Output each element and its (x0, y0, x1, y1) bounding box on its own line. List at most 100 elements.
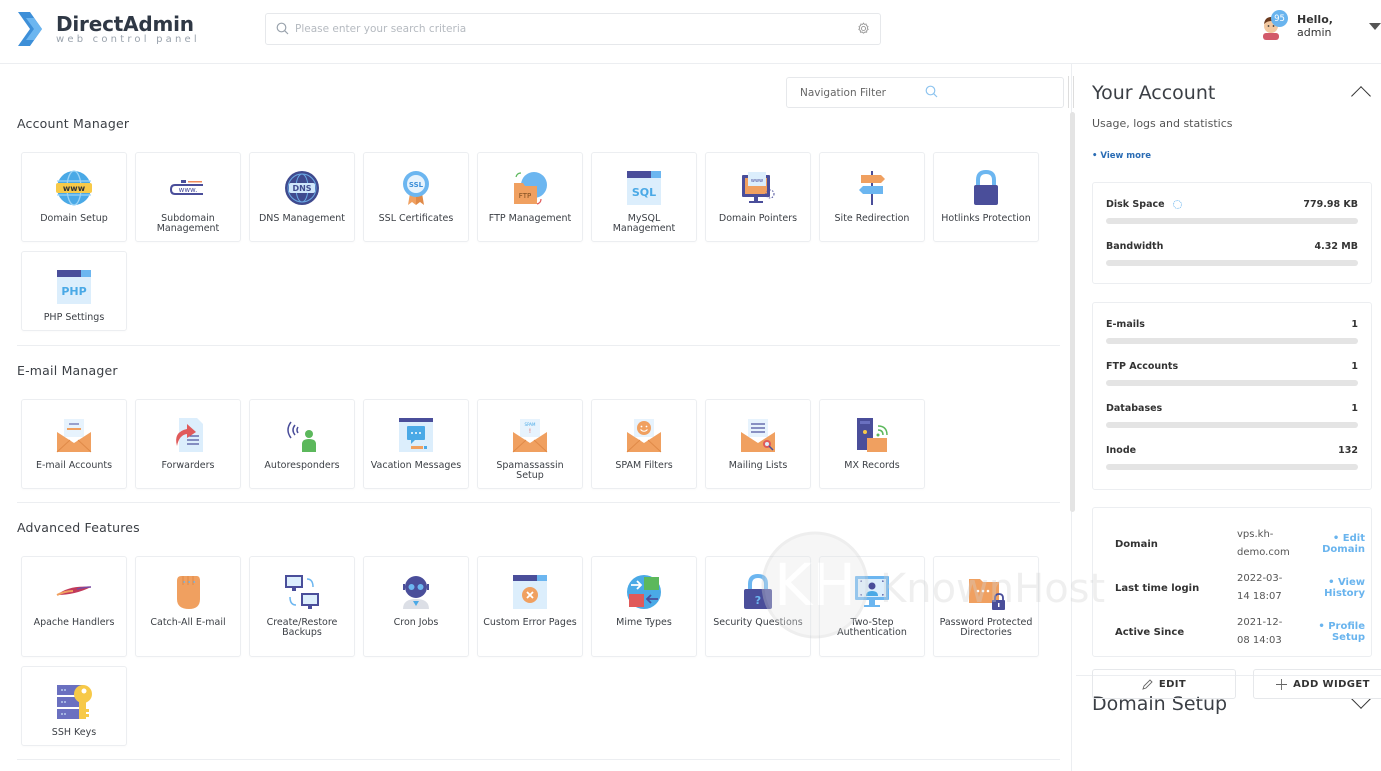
stat-value: 1 (1351, 403, 1358, 414)
error-window-icon (510, 572, 550, 612)
your-account-subtitle: Usage, logs and statistics (1092, 117, 1233, 130)
info-label: Last time login (1115, 582, 1200, 594)
forward-document-icon (168, 415, 208, 455)
user-menu[interactable]: 95 Hello, admin (1259, 10, 1381, 40)
tile-two-step-authentication[interactable]: Two-Step Authentication (819, 556, 925, 657)
info-row-active-since: Active Since 2021-12-08 14:03 • Profile … (1115, 614, 1365, 650)
tile-label: Cron Jobs (393, 617, 439, 628)
backup-monitors-icon (282, 572, 322, 612)
section-title-advanced-features: Advanced Features (17, 520, 140, 535)
view-more-link[interactable]: • View more (1092, 151, 1151, 161)
signpost-icon (852, 168, 892, 208)
refresh-spinner-icon (1172, 200, 1182, 209)
tile-label: Vacation Messages (370, 460, 462, 471)
tile-label: Mailing Lists (728, 460, 788, 471)
tile-label: Create/Restore Backups (266, 617, 338, 638)
tile-subdomain-management[interactable]: www. Subdomain Management (135, 152, 241, 242)
php-window-icon: PHP (54, 267, 94, 307)
tile-php-settings[interactable]: PHP PHP Settings (21, 251, 127, 331)
plus-icon (1276, 678, 1288, 690)
tile-dns-management[interactable]: DNS DNS Management (249, 152, 355, 242)
profile-setup-link[interactable]: • Profile Setup (1289, 621, 1365, 643)
svg-text:?: ? (755, 594, 761, 607)
tile-apache-handlers[interactable]: Apache Handlers (21, 556, 127, 657)
tile-label: FTP Management (488, 213, 572, 224)
tile-catch-all-email[interactable]: Catch-All E-mail (135, 556, 241, 657)
tile-domain-pointers[interactable]: www Domain Pointers (705, 152, 811, 242)
scrollbar-grip[interactable] (1068, 76, 1074, 108)
search-settings-gear-icon[interactable] (857, 20, 870, 39)
navigation-filter-placeholder: Navigation Filter (800, 86, 886, 99)
list-envelope-icon (738, 415, 778, 455)
tile-mailing-lists[interactable]: Mailing Lists (705, 399, 811, 489)
avatar: 95 (1259, 10, 1288, 40)
edit-button-label: EDIT (1158, 678, 1187, 690)
advanced-features-grid: Apache Handlers Catch-All E-mail Create/… (21, 556, 1051, 746)
usage-bar (1106, 338, 1358, 344)
search-icon (276, 20, 289, 39)
tile-ssl-certificates[interactable]: SSL SSL Certificates (363, 152, 469, 242)
locked-folder-icon (966, 572, 1006, 612)
person-broadcast-icon (282, 415, 322, 455)
tile-mysql-management[interactable]: SQL MySQL Management (591, 152, 697, 242)
dns-globe-icon: DNS (282, 168, 322, 208)
tile-security-questions[interactable]: ? Security Questions (705, 556, 811, 657)
server-mail-icon (852, 415, 892, 455)
svg-text:!: ! (529, 428, 531, 435)
tile-site-redirection[interactable]: Site Redirection (819, 152, 925, 242)
tile-autoresponders[interactable]: Autoresponders (249, 399, 355, 489)
svg-text:SSL: SSL (409, 181, 424, 189)
tile-label: Site Redirection (834, 213, 910, 224)
tile-password-protected-directories[interactable]: Password Protected Directories (933, 556, 1039, 657)
logo-chevrons-icon (16, 10, 50, 48)
usage-bar (1106, 380, 1358, 386)
greeting-text: Hello, (1297, 13, 1333, 26)
tile-label: Custom Error Pages (483, 617, 577, 628)
stat-value: 132 (1338, 445, 1358, 456)
stat-inode: Inode 132 (1106, 445, 1358, 470)
tile-custom-error-pages[interactable]: Custom Error Pages (477, 556, 583, 657)
info-label: Active Since (1115, 626, 1185, 638)
chat-window-icon (396, 415, 436, 455)
tile-cron-jobs[interactable]: Cron Jobs (363, 556, 469, 657)
stat-value: 1 (1351, 361, 1358, 372)
scrollbar-thumb[interactable] (1070, 112, 1075, 512)
tile-vacation-messages[interactable]: Vacation Messages (363, 399, 469, 489)
collapse-chevron-up-icon[interactable] (1351, 86, 1371, 106)
tile-spam-filters[interactable]: SPAM Filters (591, 399, 697, 489)
tile-mx-records[interactable]: MX Records (819, 399, 925, 489)
usage-bar (1106, 464, 1358, 470)
stat-label: Disk Space (1106, 199, 1182, 210)
view-history-link[interactable]: • View History (1289, 577, 1365, 599)
edit-button[interactable]: EDIT (1092, 669, 1236, 699)
notification-badge[interactable]: 95 (1271, 10, 1288, 27)
tile-forwarders[interactable]: Forwarders (135, 399, 241, 489)
tile-email-accounts[interactable]: E-mail Accounts (21, 399, 127, 489)
stat-value: 4.32 MB (1314, 241, 1358, 252)
subdomain-icon: www. (168, 168, 208, 208)
global-search-input[interactable]: Please enter your search criteria (265, 13, 881, 45)
tile-domain-setup[interactable]: www Domain Setup (21, 152, 127, 242)
stat-databases: Databases 1 (1106, 403, 1358, 428)
edit-domain-link[interactable]: • Edit Domain (1289, 533, 1365, 555)
tile-ftp-management[interactable]: FTP FTP Management (477, 152, 583, 242)
directadmin-logo[interactable]: DirectAdmin web control panel (16, 10, 200, 48)
tile-hotlinks-protection[interactable]: Hotlinks Protection (933, 152, 1039, 242)
tile-spamassassin-setup[interactable]: SPAM! Spamassassin Setup (477, 399, 583, 489)
tile-label: SSH Keys (51, 727, 97, 738)
section-title-email-manager: E-mail Manager (17, 363, 118, 378)
navigation-filter-input[interactable]: Navigation Filter (786, 77, 1064, 108)
tile-mime-types[interactable]: Mime Types (591, 556, 697, 657)
tile-label: SPAM Filters (615, 460, 673, 471)
tile-create-restore-backups[interactable]: Create/Restore Backups (249, 556, 355, 657)
usage-card: Disk Space 779.98 KB Bandwidth 4.32 MB (1092, 182, 1372, 284)
caret-down-icon[interactable] (1369, 22, 1381, 30)
add-widget-button[interactable]: ADD WIDGET (1253, 669, 1381, 699)
stat-bandwidth: Bandwidth 4.32 MB (1106, 241, 1358, 266)
section-divider (17, 759, 1060, 760)
account-manager-grid: www Domain Setup www. Subdomain Manageme… (21, 152, 1051, 331)
usage-bar (1106, 260, 1358, 266)
stat-label: Databases (1106, 403, 1163, 414)
tile-label: Autoresponders (264, 460, 340, 471)
tile-ssh-keys[interactable]: SSH Keys (21, 666, 127, 746)
